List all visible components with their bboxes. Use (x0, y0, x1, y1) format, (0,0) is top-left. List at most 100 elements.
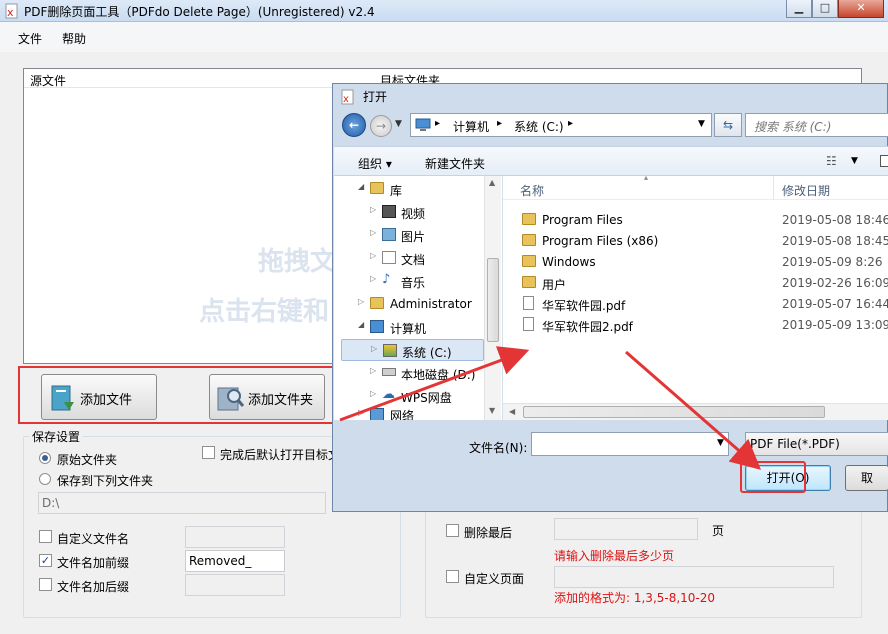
collapse-arrow-icon[interactable]: ▷ (370, 205, 376, 214)
custom-pages-field[interactable] (554, 566, 834, 588)
checkbox-add-suffix[interactable] (39, 578, 52, 591)
nav-item-wps-cloud[interactable]: ▷ ☁ WPS网盘 (334, 385, 484, 407)
computer-icon (415, 118, 431, 131)
file-row-program-files[interactable]: Program Files 2019-05-08 18:46 (503, 210, 888, 231)
file-name: 华军软件园.pdf (542, 299, 626, 313)
nav-item-library[interactable]: ◢ 库 (334, 178, 484, 200)
collapse-arrow-icon[interactable]: ▷ (371, 344, 377, 353)
label-add-suffix: 文件名加后缀 (57, 580, 130, 594)
file-row-pdf-1[interactable]: 华军软件园.pdf 2019-05-07 16:44 (503, 294, 888, 315)
folder-icon (522, 276, 536, 288)
nav-label: Administrator (390, 297, 472, 311)
pdf-file-icon (523, 296, 534, 310)
refresh-icon[interactable]: ⇆ (714, 113, 742, 137)
file-date: 2019-05-07 16:44 (782, 297, 888, 311)
scroll-down-icon[interactable]: ▼ (489, 406, 495, 415)
add-folder-button[interactable]: 添加文件夹 (209, 374, 325, 420)
filename-input[interactable]: ▼ (531, 432, 729, 456)
column-modified[interactable]: 修改日期 (782, 182, 830, 199)
nav-item-network[interactable]: ▷ 网络 (334, 406, 484, 420)
radio-original-folder[interactable] (39, 452, 51, 464)
nav-label: WPS网盘 (401, 391, 452, 405)
forward-button[interactable]: → (370, 115, 392, 137)
nav-item-system-c[interactable]: ▷ 系统 (C:) (341, 339, 484, 361)
file-scroll-thumb[interactable] (523, 406, 825, 418)
collapse-arrow-icon[interactable]: ▷ (370, 251, 376, 260)
label-delete-last: 删除最后 (464, 526, 513, 540)
new-folder-button[interactable]: 新建文件夹 (425, 155, 485, 172)
dialog-pdf-icon: x (341, 89, 354, 105)
expand-arrow-icon[interactable]: ◢ (358, 320, 364, 329)
nav-item-computer[interactable]: ◢ 计算机 (334, 316, 484, 338)
filename-dropdown-icon[interactable]: ▼ (717, 438, 724, 448)
collapse-arrow-icon[interactable]: ▷ (370, 228, 376, 237)
close-button[interactable]: ✕ (838, 0, 884, 18)
checkbox-open-after[interactable] (202, 446, 215, 459)
filter-value: PDF File(*.PDF) (750, 437, 840, 451)
collapse-arrow-icon[interactable]: ▷ (370, 389, 376, 398)
nav-item-pictures[interactable]: ▷ 图片 (334, 224, 484, 246)
checkbox-delete-last[interactable] (446, 524, 459, 537)
nav-item-video[interactable]: ▷ 视频 (334, 201, 484, 223)
file-row-program-files-x86[interactable]: Program Files (x86) 2019-05-08 18:45 (503, 231, 888, 252)
recent-locations-dropdown[interactable]: ▼ (395, 119, 402, 129)
nav-item-administrator[interactable]: ▷ Administrator (334, 293, 484, 315)
view-options-icon[interactable]: ☷ (826, 154, 837, 168)
collapse-arrow-icon[interactable]: ▷ (370, 274, 376, 283)
nav-scroll-thumb[interactable] (487, 258, 499, 342)
column-source[interactable]: 源文件 (30, 72, 66, 89)
file-row-windows[interactable]: Windows 2019-05-09 8:26 (503, 252, 888, 273)
collapse-arrow-icon[interactable]: ▷ (370, 366, 376, 375)
scroll-up-icon[interactable]: ▲ (489, 178, 495, 187)
view-dropdown-icon[interactable]: ▼ (851, 156, 858, 166)
prefix-field[interactable]: Removed_ (185, 550, 285, 572)
scroll-left-icon[interactable]: ◀ (509, 407, 515, 416)
suffix-field[interactable] (185, 574, 285, 596)
file-row-users[interactable]: 用户 2019-02-26 16:09 (503, 273, 888, 294)
checkbox-custom-pages[interactable] (446, 570, 459, 583)
breadcrumb-computer[interactable]: 计算机 (453, 118, 489, 135)
document-icon (382, 251, 396, 264)
radio-save-to-folder[interactable] (39, 473, 51, 485)
back-button[interactable]: ← (342, 113, 366, 137)
address-bar[interactable]: ▸ 计算机 ▸ 系统 (C:) ▸ ▼ (410, 113, 712, 137)
nav-label: 视频 (401, 207, 426, 221)
file-row-pdf-2[interactable]: 华军软件园2.pdf 2019-05-09 13:09 (503, 315, 888, 336)
nav-item-documents[interactable]: ▷ 文档 (334, 247, 484, 269)
expand-arrow-icon[interactable]: ◢ (358, 182, 364, 191)
computer-icon (370, 320, 384, 333)
checkbox-custom-name[interactable] (39, 530, 52, 543)
nav-item-music[interactable]: ▷ ♪ 音乐 (334, 270, 484, 292)
organize-menu[interactable]: 组织 ▾ (358, 155, 392, 172)
collapse-arrow-icon[interactable]: ▷ (358, 297, 364, 306)
nav-scrollbar[interactable]: ▲ ▼ (484, 176, 501, 420)
menu-help[interactable]: 帮助 (62, 30, 86, 47)
maximize-button[interactable]: □ (812, 0, 838, 18)
label-save-to-folder: 保存到下列文件夹 (57, 474, 154, 488)
menu-file[interactable]: 文件 (18, 30, 42, 47)
collapse-arrow-icon[interactable]: ▷ (358, 408, 364, 417)
delete-last-field[interactable] (554, 518, 698, 540)
minimize-button[interactable]: ▁ (786, 0, 812, 18)
custom-name-field[interactable] (185, 526, 285, 548)
column-name[interactable]: 名称 (520, 182, 544, 199)
breadcrumb-system-c[interactable]: 系统 (C:) (514, 118, 564, 135)
preview-pane-icon[interactable] (880, 155, 888, 167)
label-custom-pages: 自定义页面 (464, 572, 525, 586)
library-icon (370, 182, 384, 194)
folder-icon (522, 234, 536, 246)
music-icon: ♪ (382, 272, 391, 287)
add-file-button[interactable]: 添加文件 (41, 374, 157, 420)
file-list-scrollbar[interactable]: ◀ (503, 403, 888, 420)
output-folder-field[interactable]: D:\ (38, 492, 326, 514)
file-list-header: ▴ 名称 修改日期 (503, 173, 888, 200)
checkbox-add-prefix[interactable]: ✓ (39, 554, 52, 567)
address-dropdown-icon[interactable]: ▼ (698, 119, 705, 129)
nav-item-drive-d[interactable]: ▷ 本地磁盘 (D:) (334, 362, 484, 384)
search-input[interactable]: 搜索 系统 (C:) (745, 113, 888, 137)
nav-label: 计算机 (390, 322, 427, 336)
file-name: Windows (542, 255, 596, 269)
cancel-button[interactable]: 取 (845, 465, 888, 491)
file-type-filter[interactable]: PDF File(*.PDF) (745, 432, 888, 456)
add-folder-icon (217, 387, 244, 411)
